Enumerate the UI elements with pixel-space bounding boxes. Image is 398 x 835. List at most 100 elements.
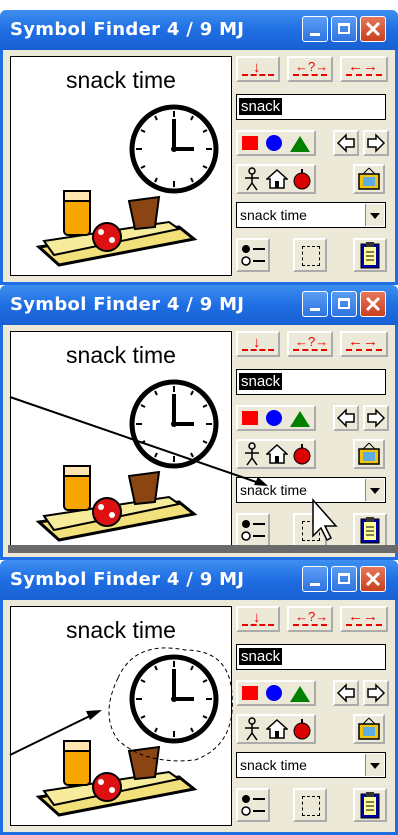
symbol-label: snack time [66,67,176,93]
shape-color-toolbar[interactable] [236,680,316,706]
close-icon [365,296,381,312]
picture-button[interactable] [353,164,385,194]
link-both-button[interactable]: ←→ [340,56,388,82]
person-icon[interactable] [242,717,262,741]
options-list-button[interactable] [236,788,270,822]
apple-icon[interactable] [292,443,312,465]
window-title: Symbol Finder 4 / 9 MJ [10,569,245,590]
clipboard-icon [360,517,380,544]
category-toolbar[interactable] [236,714,316,744]
snack-tray-icon [35,740,198,817]
house-icon[interactable] [266,718,288,740]
previous-button[interactable] [333,680,359,706]
previous-button[interactable] [333,405,359,431]
window-body: snack time ↓ ←?→ ←→ snack snack time [0,50,398,285]
close-button[interactable] [360,291,386,317]
blue-circle-icon[interactable] [266,135,282,151]
picture-frame-icon [358,717,380,740]
person-icon[interactable] [242,442,262,466]
symbol-canvas[interactable]: snack time [10,331,232,551]
close-button[interactable] [360,16,386,42]
maximize-button[interactable] [331,566,357,592]
close-icon [365,21,381,37]
title-bar[interactable]: Symbol Finder 4 / 9 MJ [0,285,398,325]
window-title: Symbol Finder 4 / 9 MJ [10,294,245,315]
next-button[interactable] [363,130,389,156]
symbol-finder-window-1: Symbol Finder 4 / 9 MJ snack time ↓ ←?→ … [0,10,398,285]
link-query-button[interactable]: ←?→ [287,331,333,357]
clipboard-icon [360,792,380,819]
search-input[interactable]: snack [236,369,386,395]
shape-color-toolbar[interactable] [236,130,316,156]
category-toolbar[interactable] [236,164,316,194]
minimize-button[interactable] [302,16,328,42]
minimize-button[interactable] [302,291,328,317]
symbol-canvas[interactable]: snack time [10,56,232,276]
person-icon[interactable] [242,167,262,191]
selection-tool-button[interactable] [293,788,327,822]
apple-icon[interactable] [292,168,312,190]
clipboard-button[interactable] [353,238,387,272]
shape-color-toolbar[interactable] [236,405,316,431]
dropdown-arrow-button[interactable] [365,479,384,501]
next-button[interactable] [363,680,389,706]
dropdown-arrow-button[interactable] [365,754,384,776]
arrow-right-icon [367,683,386,703]
selection-tool-button[interactable] [293,513,327,547]
window-title: Symbol Finder 4 / 9 MJ [10,19,245,40]
link-down-button[interactable]: ↓ [236,606,280,632]
dashed-line-icon [242,74,274,76]
minimize-icon [310,583,320,586]
house-icon[interactable] [266,168,288,190]
link-both-button[interactable]: ←→ [340,606,388,632]
maximize-button[interactable] [331,16,357,42]
options-list-button[interactable] [236,513,270,547]
house-icon[interactable] [266,443,288,465]
symbol-label: snack time [66,342,176,368]
dashed-line-icon [346,349,382,351]
dotted-rectangle-icon [302,521,320,541]
selection-tool-button[interactable] [293,238,327,272]
link-down-button[interactable]: ↓ [236,331,280,357]
radio-list-icon [241,520,265,541]
category-dropdown[interactable]: snack time [236,752,386,778]
clipboard-button[interactable] [353,788,387,822]
blue-circle-icon[interactable] [266,685,282,701]
dropdown-arrow-button[interactable] [365,204,384,226]
arrow-right-icon [367,133,386,153]
green-triangle-icon[interactable] [290,136,310,152]
symbol-label: snack time [66,617,176,643]
green-triangle-icon[interactable] [290,686,310,702]
link-query-button[interactable]: ←?→ [287,606,333,632]
previous-button[interactable] [333,130,359,156]
dashed-line-icon [293,349,327,351]
dashed-line-icon [346,74,382,76]
title-bar[interactable]: Symbol Finder 4 / 9 MJ [0,10,398,50]
green-triangle-icon[interactable] [290,411,310,427]
minimize-button[interactable] [302,566,328,592]
maximize-button[interactable] [331,291,357,317]
close-button[interactable] [360,566,386,592]
search-input[interactable]: snack [236,644,386,670]
clipboard-button[interactable] [353,513,387,547]
apple-icon[interactable] [292,718,312,740]
category-dropdown[interactable]: snack time [236,477,386,503]
symbol-canvas[interactable]: snack time [10,606,232,826]
picture-button[interactable] [353,714,385,744]
snack-tray-icon [35,465,198,542]
red-square-icon[interactable] [242,411,258,425]
options-list-button[interactable] [236,238,270,272]
category-toolbar[interactable] [236,439,316,469]
picture-button[interactable] [353,439,385,469]
red-square-icon[interactable] [242,686,258,700]
blue-circle-icon[interactable] [266,410,282,426]
dotted-rectangle-icon [302,246,320,266]
red-square-icon[interactable] [242,136,258,150]
category-dropdown[interactable]: snack time [236,202,386,228]
link-down-button[interactable]: ↓ [236,56,280,82]
search-input[interactable]: snack [236,94,386,120]
link-both-button[interactable]: ←→ [340,331,388,357]
title-bar[interactable]: Symbol Finder 4 / 9 MJ [0,560,398,600]
next-button[interactable] [363,405,389,431]
link-query-button[interactable]: ←?→ [287,56,333,82]
